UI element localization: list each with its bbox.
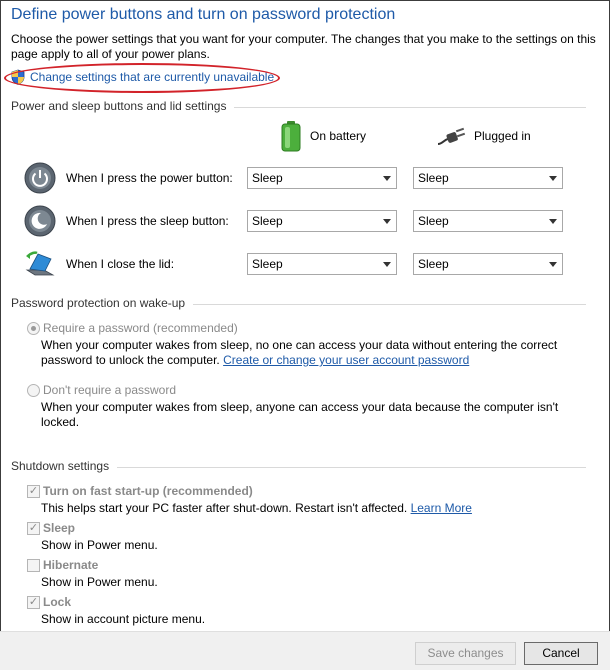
chevron-down-icon (549, 219, 557, 224)
fast-startup-description: This helps start your PC faster after sh… (41, 501, 472, 515)
require-password-label: Require a password (recommended) (43, 321, 238, 335)
chevron-down-icon (383, 219, 391, 224)
dont-require-password-description: When your computer wakes from sleep, any… (41, 400, 559, 429)
on-battery-label: On battery (310, 129, 367, 143)
lid-label: When I close the lid: (66, 257, 175, 271)
unchecked-box-icon[interactable] (27, 558, 40, 572)
lock-description: Show in account picture menu. (41, 612, 206, 626)
hibernate-label: Hibernate (43, 558, 99, 572)
uac-shield-icon (11, 69, 25, 85)
power-button-icon (24, 162, 56, 194)
power-button-row: When I press the power button: Sleep Sle… (0, 162, 610, 194)
radio-unselected-icon[interactable] (27, 383, 40, 397)
intro-text: Choose the power settings that you want … (11, 32, 596, 61)
lid-row: When I close the lid: Sleep Sleep (0, 248, 610, 280)
power-plug-icon (437, 127, 466, 145)
dont-require-password-label: Don't require a password (43, 383, 177, 397)
save-changes-button[interactable]: Save changes (415, 642, 516, 665)
learn-more-link[interactable]: Learn More (411, 501, 472, 515)
chevron-down-icon (383, 262, 391, 267)
fast-startup-label: Turn on fast start-up (recommended) (43, 484, 253, 498)
fast-startup-checkbox[interactable]: ✓ Turn on fast start-up (recommended) (27, 484, 253, 498)
power-section-heading: Power and sleep buttons and lid settings (11, 99, 586, 113)
cancel-button[interactable]: Cancel (524, 642, 598, 665)
sleep-button-label: When I press the sleep button: (66, 214, 229, 228)
sleep-label: Sleep (43, 521, 76, 535)
laptop-lid-icon (25, 251, 55, 276)
create-password-link[interactable]: Create or change your user account passw… (223, 353, 469, 367)
on-battery-header: On battery (280, 120, 366, 152)
sleep-button-plugged-select[interactable]: Sleep (413, 210, 563, 232)
checkmark-icon[interactable]: ✓ (27, 484, 40, 498)
sleep-button-battery-select[interactable]: Sleep (247, 210, 397, 232)
dont-require-password-radio[interactable]: Don't require a password (27, 383, 176, 397)
sleep-button-row: When I press the sleep button: Sleep Sle… (0, 205, 610, 237)
sleep-checkbox[interactable]: ✓ Sleep (27, 521, 75, 535)
checkmark-icon[interactable]: ✓ (27, 521, 40, 535)
power-button-label: When I press the power button: (66, 171, 233, 185)
section-divider (234, 106, 586, 108)
power-button-battery-select[interactable]: Sleep (247, 167, 397, 189)
require-password-description: When your computer wakes from sleep, no … (41, 338, 558, 367)
hibernate-description: Show in Power menu. (41, 575, 158, 589)
radio-selected-icon[interactable] (27, 321, 40, 335)
checkmark-icon[interactable]: ✓ (27, 595, 40, 609)
plugged-in-header: Plugged in (436, 124, 531, 148)
footer-bar: Save changes Cancel (0, 631, 610, 670)
lock-checkbox[interactable]: ✓ Lock (27, 595, 71, 609)
chevron-down-icon (549, 262, 557, 267)
hibernate-checkbox[interactable]: Hibernate (27, 558, 98, 572)
power-button-plugged-select[interactable]: Sleep (413, 167, 563, 189)
password-section-heading: Password protection on wake-up (11, 296, 586, 310)
chevron-down-icon (549, 176, 557, 181)
lid-plugged-select[interactable]: Sleep (413, 253, 563, 275)
change-settings-link[interactable]: Change settings that are currently unava… (11, 69, 274, 85)
lid-battery-select[interactable]: Sleep (247, 253, 397, 275)
require-password-radio[interactable]: Require a password (recommended) (27, 321, 238, 335)
shutdown-section-heading: Shutdown settings (11, 459, 586, 473)
lock-label: Lock (43, 595, 72, 609)
sleep-button-icon (24, 205, 56, 237)
section-divider (193, 303, 586, 305)
plugged-in-label: Plugged in (474, 129, 531, 143)
battery-icon (281, 121, 301, 152)
section-divider (117, 466, 586, 468)
sleep-description: Show in Power menu. (41, 538, 158, 552)
change-settings-label[interactable]: Change settings that are currently unava… (30, 70, 274, 84)
page-title: Define power buttons and turn on passwor… (11, 6, 396, 23)
chevron-down-icon (383, 176, 391, 181)
